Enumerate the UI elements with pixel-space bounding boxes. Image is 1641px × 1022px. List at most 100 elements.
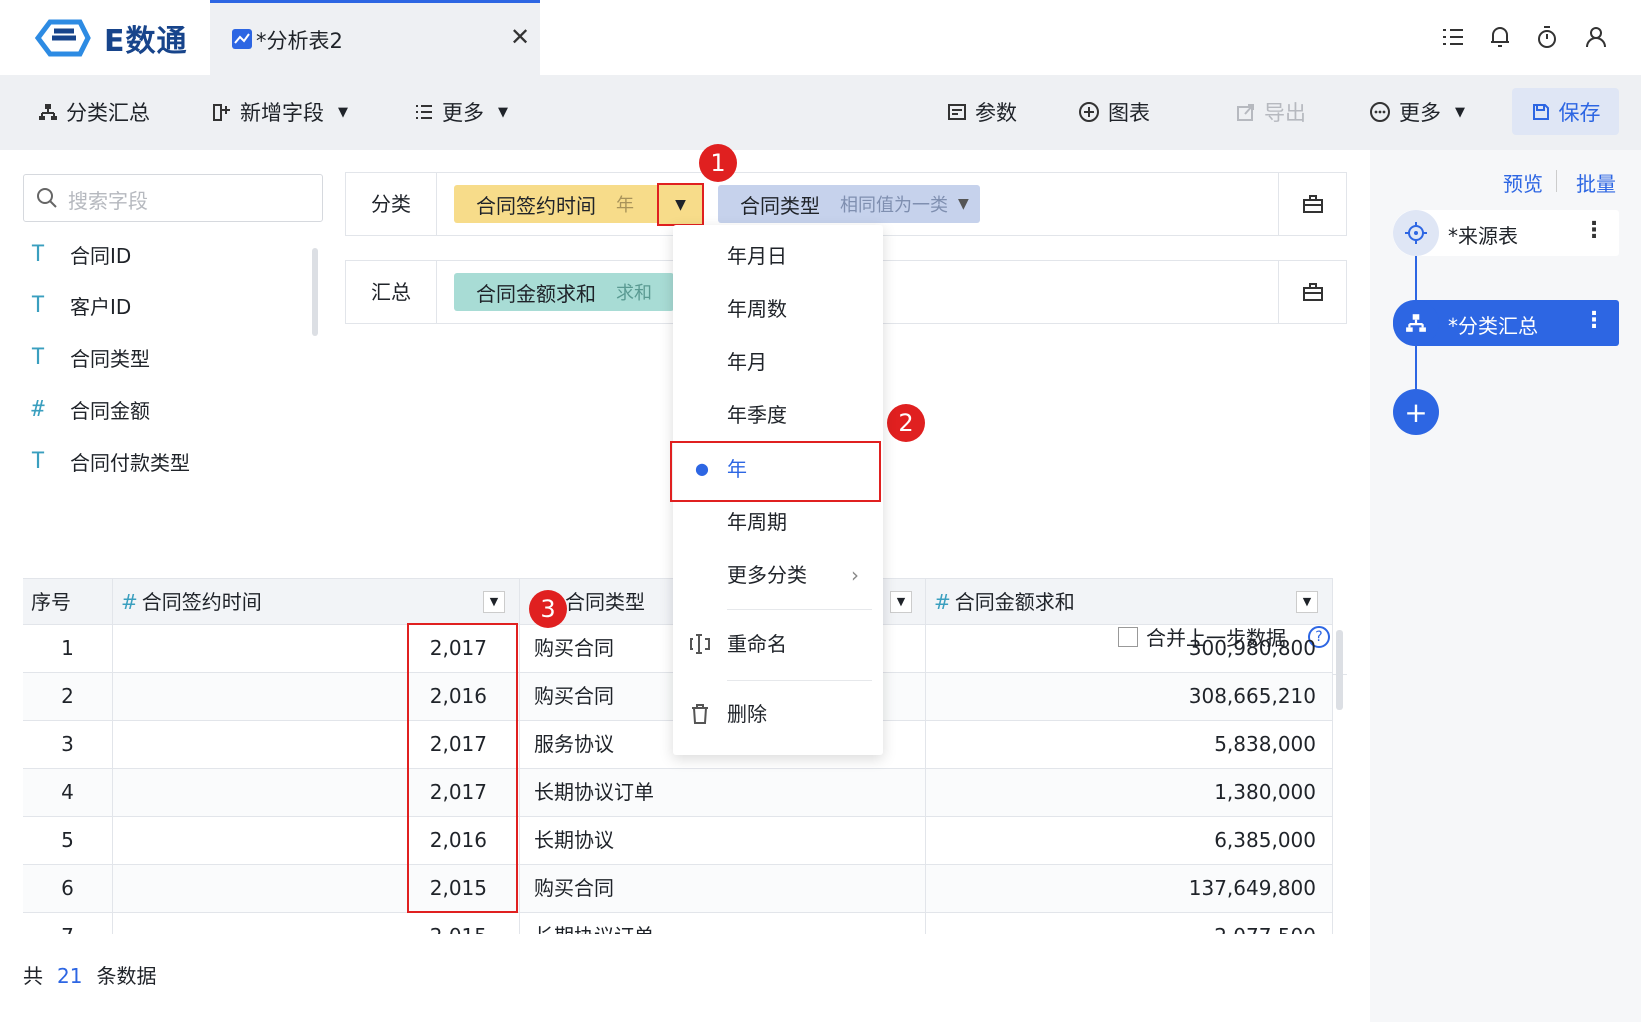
cell-amount: 5,838,000 bbox=[926, 721, 1333, 768]
chevron-right-icon: › bbox=[851, 563, 859, 587]
more-menu-left[interactable]: 更多 ▼ bbox=[414, 97, 508, 127]
timer-icon[interactable] bbox=[1534, 24, 1562, 52]
table-scrollbar[interactable] bbox=[1336, 630, 1343, 710]
field-item[interactable]: T 合同类型 bbox=[28, 343, 150, 372]
table-row[interactable]: 5 2,016 长期协议 6,385,000 bbox=[23, 817, 1333, 865]
classify-summary-button[interactable]: 分类汇总 bbox=[38, 97, 150, 127]
logo-text: E数通 bbox=[104, 24, 188, 59]
step-badge-1: 1 bbox=[699, 144, 737, 182]
ellipsis-circle-icon bbox=[1370, 102, 1390, 122]
add-field-button[interactable]: 新增字段 ▼ bbox=[212, 97, 348, 127]
menu-separator bbox=[727, 680, 872, 681]
params-icon bbox=[948, 104, 966, 120]
field-item[interactable]: T 客户ID bbox=[28, 291, 131, 320]
cell-type: 长期协议订单 bbox=[520, 769, 926, 816]
more-label: 更多 bbox=[442, 101, 484, 125]
cell-index: 6 bbox=[23, 865, 113, 912]
caret-down-icon[interactable]: ▼ bbox=[890, 591, 912, 613]
header-date-label: 合同签约时间 bbox=[141, 590, 262, 614]
caret-down-icon[interactable]: ▼ bbox=[483, 591, 505, 613]
classify-summary-node[interactable]: *分类汇总 ⋮ bbox=[1393, 300, 1619, 346]
node-label: *分类汇总 bbox=[1448, 314, 1538, 338]
tab-analysis[interactable]: *分析表2 ✕ bbox=[210, 0, 540, 75]
app-logo[interactable]: E数通 bbox=[34, 16, 188, 60]
export-button[interactable]: 导出 bbox=[1236, 97, 1306, 127]
source-table-node[interactable]: *来源表 ⋮ bbox=[1393, 210, 1619, 256]
delete-label: 删除 bbox=[727, 702, 767, 726]
chip-name: 合同金额求和 bbox=[476, 281, 596, 306]
more-vertical-icon[interactable]: ⋮ bbox=[1583, 308, 1605, 333]
cell-amount: 2,077,500 bbox=[926, 913, 1333, 934]
classify-summary-label: 分类汇总 bbox=[66, 101, 150, 125]
more-menu-right[interactable]: 更多 ▼ bbox=[1369, 97, 1465, 127]
link-divider bbox=[1556, 170, 1557, 192]
params-button[interactable]: 参数 bbox=[947, 97, 1017, 127]
amount-field-chip[interactable]: 合同金额求和 求和 bbox=[454, 273, 674, 311]
user-icon[interactable] bbox=[1583, 24, 1611, 52]
preview-link[interactable]: 预览 bbox=[1503, 168, 1543, 197]
menu-item-year-quarter[interactable]: 年季度 bbox=[673, 390, 883, 440]
menu-item-year-period[interactable]: 年周期 bbox=[673, 497, 883, 547]
header-amount[interactable]: # 合同金额求和 ▼ bbox=[926, 579, 1333, 625]
hierarchy-icon bbox=[39, 104, 57, 120]
field-item[interactable]: T 合同付款类型 bbox=[28, 447, 190, 476]
list-icon[interactable] bbox=[1440, 24, 1468, 52]
table-row[interactable]: 7 2,015 长期协议订单 2,077,500 bbox=[23, 913, 1333, 934]
menu-item-ymd[interactable]: 年月日 bbox=[673, 231, 883, 281]
rename-icon bbox=[690, 634, 710, 654]
cell-index: 7 bbox=[23, 913, 113, 934]
search-placeholder: 搜索字段 bbox=[68, 189, 148, 213]
field-item[interactable]: # 合同金额 bbox=[28, 395, 150, 424]
save-button[interactable]: 保存 bbox=[1512, 88, 1619, 135]
field-list-scrollbar[interactable] bbox=[312, 248, 318, 336]
number-type-icon: # bbox=[31, 397, 45, 422]
header-type-label: 合同类型 bbox=[565, 590, 645, 614]
chip-sub: 相同值为一类 bbox=[840, 195, 948, 216]
menu-separator bbox=[727, 609, 872, 610]
chart-button[interactable]: 图表 bbox=[1078, 97, 1150, 127]
menu-item-delete[interactable]: 删除 bbox=[673, 689, 883, 739]
caret-down-icon[interactable]: ▼ bbox=[1296, 591, 1318, 613]
toolbox-icon[interactable] bbox=[1278, 173, 1346, 235]
menu-item-rename[interactable]: 重命名 bbox=[673, 619, 883, 669]
more-vertical-icon[interactable]: ⋮ bbox=[1583, 218, 1605, 243]
cell-type: 购买合同 bbox=[520, 865, 926, 912]
toolbox-icon[interactable] bbox=[1278, 261, 1346, 323]
menu-item-year-week[interactable]: 年周数 bbox=[673, 284, 883, 334]
flow-connector bbox=[1415, 255, 1417, 301]
type-field-chip[interactable]: 合同类型 相同值为一类 ▼ bbox=[718, 185, 980, 223]
date-group-dropdown-trigger[interactable]: ▼ bbox=[657, 183, 704, 226]
e-logo-icon bbox=[34, 19, 91, 57]
table-row[interactable]: 4 2,017 长期协议订单 1,380,000 bbox=[23, 769, 1333, 817]
cell-amount: 300,980,800 bbox=[926, 625, 1333, 672]
cell-type: 长期协议订单 bbox=[520, 913, 926, 934]
menu-item-year-month[interactable]: 年月 bbox=[673, 337, 883, 387]
menu-item-more-classify[interactable]: 更多分类 › bbox=[673, 550, 883, 600]
header-index: 序号 bbox=[23, 579, 113, 625]
plus-circle-icon bbox=[1079, 102, 1099, 122]
caret-down-icon: ▼ bbox=[338, 104, 348, 120]
cell-amount: 308,665,210 bbox=[926, 673, 1333, 720]
close-icon[interactable]: ✕ bbox=[510, 23, 530, 51]
chip-name: 合同类型 bbox=[740, 193, 820, 218]
table-row[interactable]: 6 2,015 购买合同 137,649,800 bbox=[23, 865, 1333, 913]
summary-label: 汇总 bbox=[346, 261, 437, 323]
more-classify-label: 更多分类 bbox=[727, 563, 807, 587]
add-step-button[interactable]: + bbox=[1393, 389, 1439, 435]
field-item[interactable]: T 合同ID bbox=[28, 240, 131, 269]
number-type-icon: # bbox=[934, 590, 951, 614]
cell-index: 3 bbox=[23, 721, 113, 768]
field-label: 合同ID bbox=[70, 244, 132, 268]
header-date[interactable]: # 合同签约时间 ▼ bbox=[113, 579, 520, 625]
node-label: *来源表 bbox=[1448, 224, 1518, 248]
header-amount-label: 合同金额求和 bbox=[954, 590, 1075, 614]
hierarchy-icon bbox=[1393, 300, 1439, 346]
chip-sub: 求和 bbox=[616, 283, 652, 304]
chip-name: 合同签约时间 bbox=[476, 193, 596, 218]
batch-link[interactable]: 批量 bbox=[1576, 168, 1616, 197]
search-input[interactable]: 搜索字段 bbox=[23, 174, 323, 222]
cell-amount: 1,380,000 bbox=[926, 769, 1333, 816]
save-icon bbox=[1532, 103, 1549, 120]
cell-index: 1 bbox=[23, 625, 113, 672]
bell-icon[interactable] bbox=[1487, 24, 1515, 52]
